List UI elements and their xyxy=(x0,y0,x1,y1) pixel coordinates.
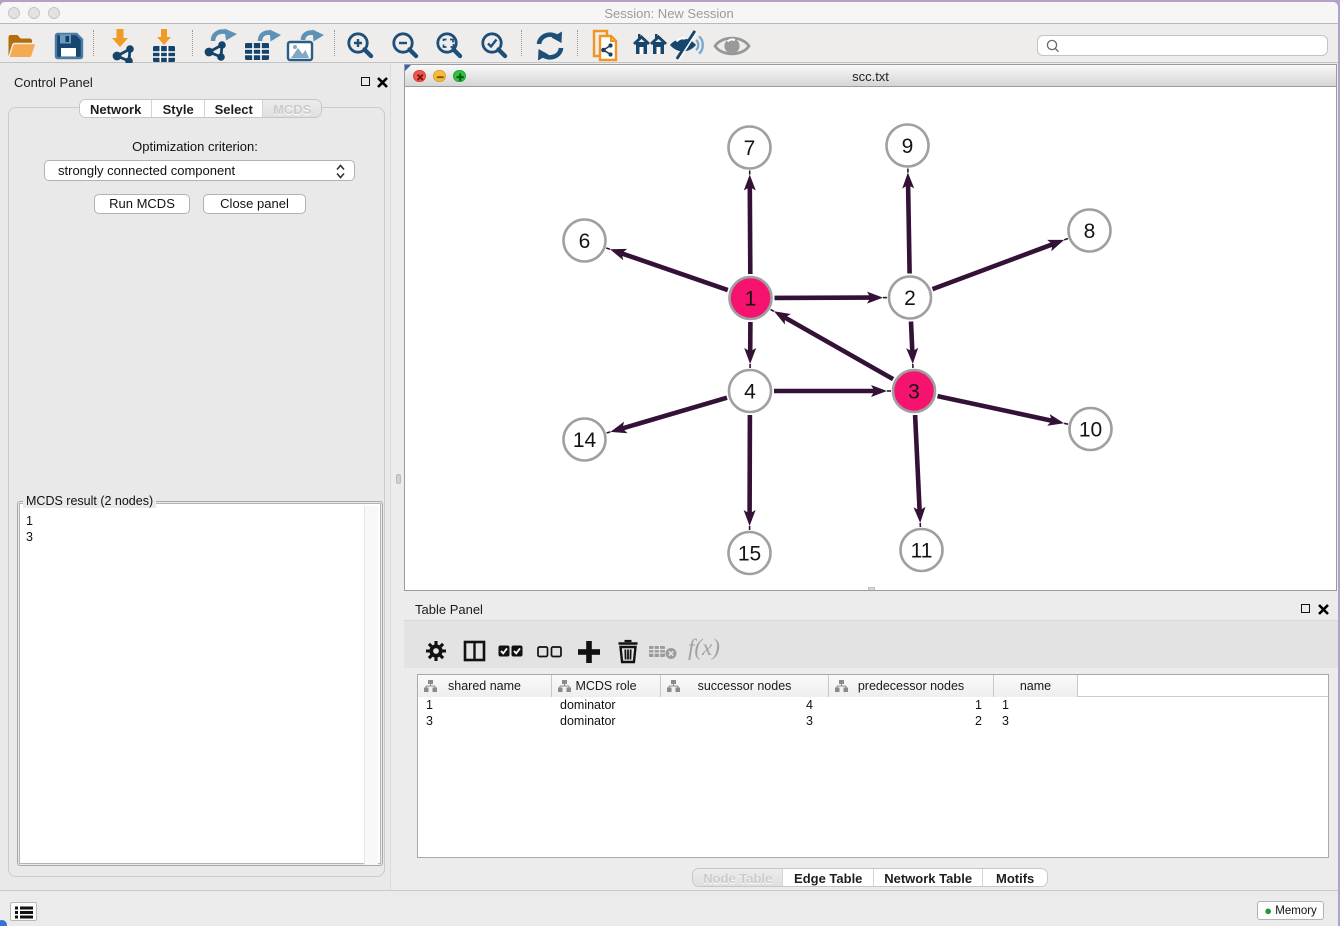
svg-text:14: 14 xyxy=(573,429,597,452)
svg-text:10: 10 xyxy=(1079,418,1102,441)
svg-text:4: 4 xyxy=(744,380,756,403)
svg-text:15: 15 xyxy=(738,542,761,565)
svg-text:3: 3 xyxy=(908,380,920,403)
svg-text:7: 7 xyxy=(744,137,756,160)
svg-text:11: 11 xyxy=(911,539,933,562)
svg-text:2: 2 xyxy=(904,287,916,310)
svg-text:8: 8 xyxy=(1084,220,1096,243)
svg-text:6: 6 xyxy=(579,230,591,253)
svg-text:9: 9 xyxy=(902,135,914,158)
svg-text:1: 1 xyxy=(745,287,757,310)
